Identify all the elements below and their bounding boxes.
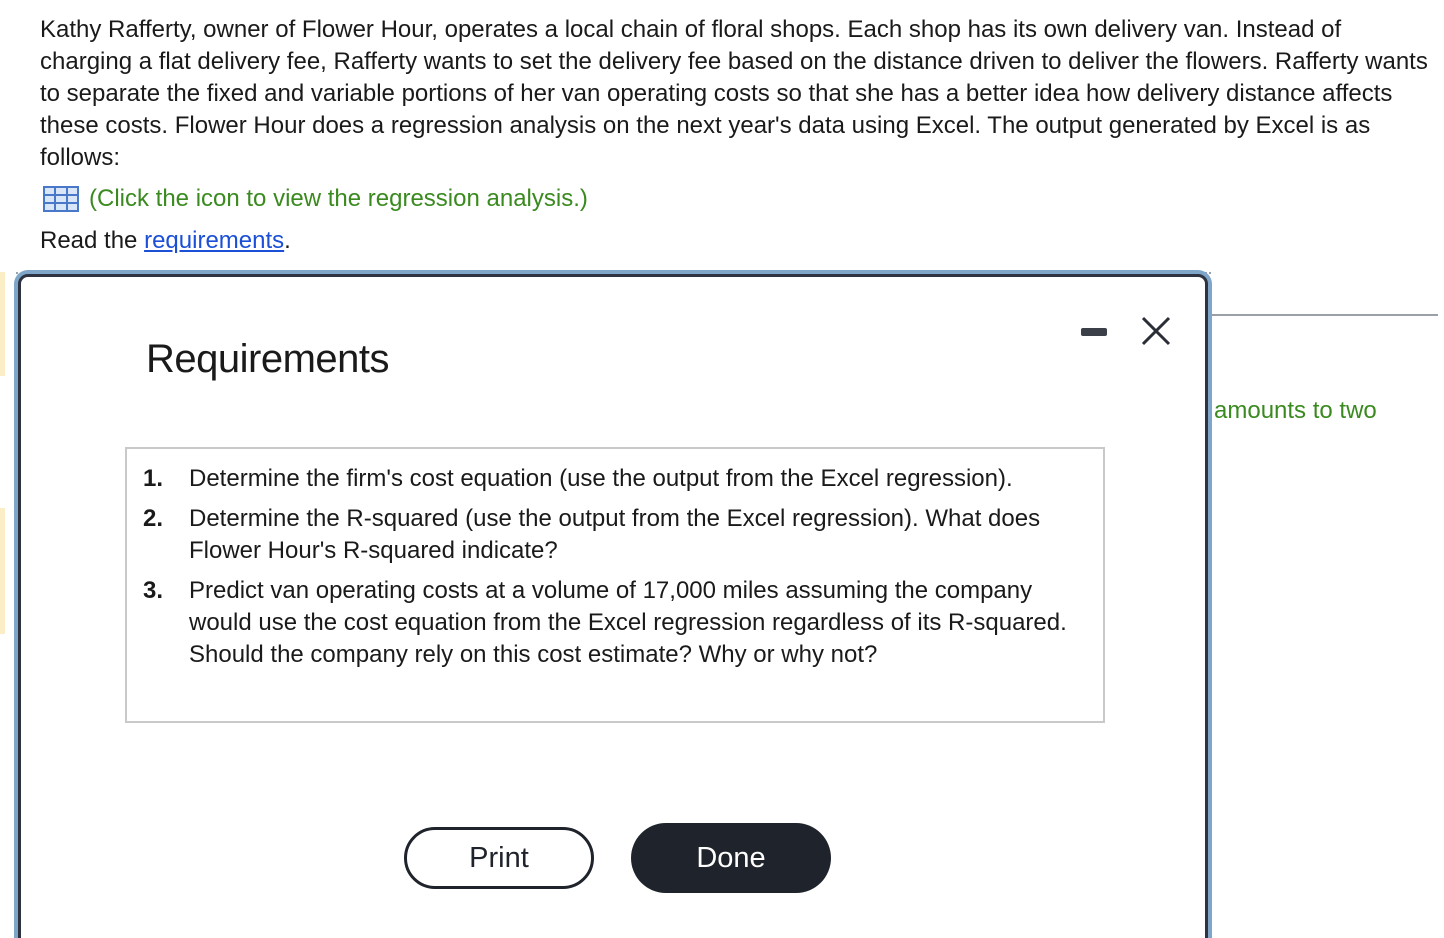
done-button[interactable]: Done (631, 823, 831, 893)
requirement-number: 1. (143, 465, 164, 492)
requirements-link[interactable]: requirements (144, 227, 284, 254)
dialog-title: Requirements (146, 337, 390, 381)
minimize-icon[interactable] (1081, 328, 1107, 336)
requirement-number: 2. (143, 505, 164, 532)
requirements-box: 1. Determine the firm's cost equation (u… (125, 447, 1105, 723)
page: Kathy Rafferty, owner of Flower Hour, op… (0, 0, 1444, 938)
requirement-item: 2. Determine the R-squared (use the outp… (143, 503, 1093, 567)
read-suffix: . (284, 227, 291, 254)
left-margin-highlight (0, 272, 5, 376)
print-button[interactable]: Print (404, 827, 594, 889)
problem-intro-text: Kathy Rafferty, owner of Flower Hour, op… (40, 16, 1428, 171)
left-margin-highlight (0, 508, 5, 634)
close-icon[interactable] (1138, 313, 1174, 349)
requirement-item: 1. Determine the firm's cost equation (u… (143, 463, 1093, 495)
background-rule (1212, 314, 1438, 316)
requirement-number: 3. (143, 577, 164, 604)
read-requirements-line: Read the requirements. (40, 225, 291, 257)
requirement-item: 3. Predict van operating costs at a volu… (143, 575, 1093, 671)
requirements-dialog: Requirements 1. Determine the firm's cos… (18, 274, 1208, 938)
requirements-list: 1. Determine the firm's cost equation (u… (127, 449, 1103, 671)
requirement-text: Determine the firm's cost equation (use … (189, 465, 1013, 492)
read-prefix: Read the (40, 227, 145, 254)
regression-link-label[interactable]: (Click the icon to view the regression a… (89, 185, 588, 213)
regression-analysis-link[interactable]: (Click the icon to view the regression a… (43, 183, 588, 215)
minimize-button[interactable] (1079, 326, 1109, 338)
close-button[interactable] (1138, 313, 1174, 349)
grid-table-icon[interactable] (43, 186, 79, 212)
requirement-text: Determine the R-squared (use the output … (189, 505, 1041, 564)
requirement-text: Predict van operating costs at a volume … (189, 577, 1067, 668)
background-partial-text: amounts to two (1214, 397, 1377, 424)
